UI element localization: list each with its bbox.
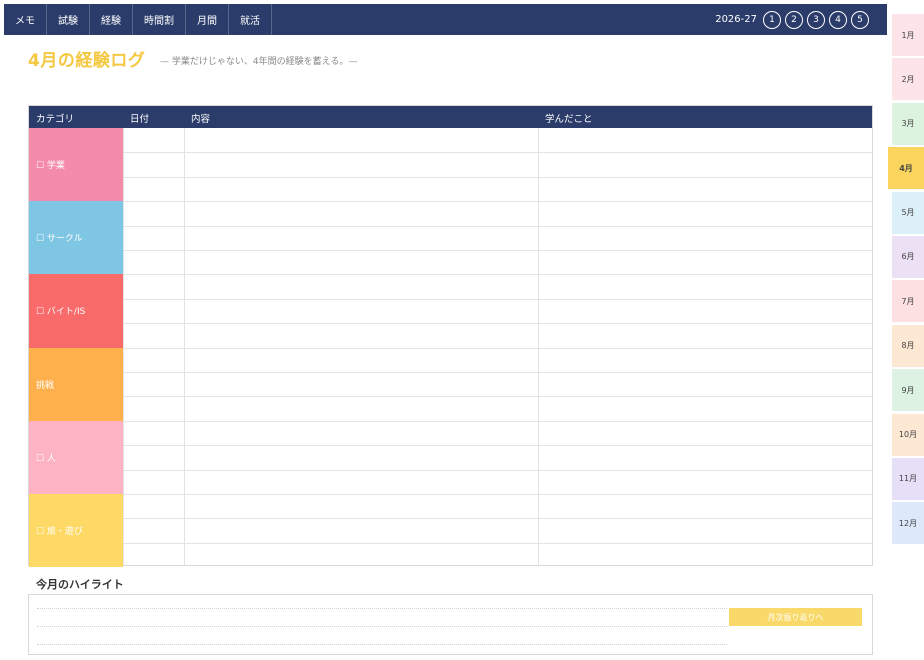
row-divider: [123, 372, 872, 373]
row-divider: [123, 396, 872, 398]
nav-item[interactable]: 時間割: [133, 4, 186, 35]
header-learned: 学んだこと: [545, 114, 593, 125]
month-tab[interactable]: 5月: [892, 191, 924, 234]
row-divider: [123, 225, 872, 227]
experience-log-table: カテゴリ 日付 内容 学んだこと ☐ 学業 ☐ サークル ☐ バイト/IS 挑戦 ☐ 人…: [28, 105, 873, 568]
column-divider: [184, 128, 185, 565]
nav-item[interactable]: 月間: [186, 4, 229, 35]
nav-menu: メモ 試験 経験 時間割 月間 就活: [4, 4, 272, 35]
month-tab[interactable]: 1月: [892, 14, 924, 56]
header-date: 日付: [130, 114, 150, 125]
page-subtitle: — 学業だけじゃない、4年間の経験を蓄える。—: [160, 57, 358, 67]
row-divider: [123, 347, 872, 349]
top-nav-bar: メモ 試験 経験 時間割 月間 就活 2026-27 12345: [4, 4, 887, 35]
row-divider: [123, 176, 872, 178]
row-divider: [123, 250, 872, 251]
row-divider: [123, 469, 872, 471]
month-tab[interactable]: 4月: [888, 147, 924, 190]
header-category: カテゴリ: [36, 114, 75, 125]
row-divider: [123, 445, 872, 447]
row-divider: [123, 298, 872, 300]
column-divider: [123, 128, 124, 565]
row-divider: [123, 152, 872, 154]
month-tab[interactable]: 2月: [892, 58, 924, 101]
highlight-box[interactable]: 月次振り返りへ: [28, 594, 873, 655]
month-tab[interactable]: 12月: [892, 502, 924, 545]
category-cell[interactable]: ☐ 人: [29, 420, 123, 494]
month-tab[interactable]: 9月: [892, 369, 924, 412]
month-tab[interactable]: 10月: [892, 413, 924, 456]
category-cell[interactable]: ☐ サークル: [29, 201, 123, 275]
nav-item[interactable]: 経験: [90, 4, 133, 35]
column-divider: [538, 128, 539, 565]
monthly-review-button[interactable]: 月次振り返りへ: [729, 608, 862, 626]
nav-item[interactable]: 試験: [47, 4, 90, 35]
year-circle-button[interactable]: 2: [785, 10, 803, 29]
row-divider: [123, 201, 872, 203]
category-cell[interactable]: ☐ バイト/IS: [29, 274, 123, 348]
page-title: 4月の経験ログ: [28, 51, 146, 71]
row-divider: [123, 518, 872, 520]
month-tab[interactable]: 8月: [892, 324, 924, 367]
month-tab[interactable]: 11月: [892, 457, 924, 500]
dotted-line: [37, 608, 727, 609]
header-content: 内容: [191, 114, 211, 125]
month-tab[interactable]: 3月: [892, 102, 924, 145]
category-cell[interactable]: ☐ 旅・遊び: [29, 494, 123, 568]
row-divider: [123, 494, 872, 495]
dotted-line: [37, 626, 727, 627]
month-tab[interactable]: 7月: [892, 280, 924, 323]
nav-item[interactable]: メモ: [4, 4, 47, 35]
row-divider: [123, 323, 872, 325]
nav-item[interactable]: 就活: [229, 4, 272, 35]
year-selector: 12345: [763, 10, 869, 29]
row-divider: [123, 420, 872, 422]
category-cell[interactable]: ☐ 学業: [29, 128, 123, 202]
row-divider: [123, 274, 872, 276]
year-circle-button[interactable]: 1: [763, 10, 781, 29]
year-circle-button[interactable]: 5: [851, 10, 869, 29]
row-divider: [123, 542, 872, 544]
month-tab[interactable]: 6月: [892, 235, 924, 278]
month-tabs: 1月 2月 3月 4月 5月 6月 7月 8月 9月 10月 11月 12月: [888, 14, 924, 547]
year-circle-button[interactable]: 4: [829, 10, 847, 29]
year-label: 2026-27: [715, 14, 757, 25]
dotted-line: [37, 644, 727, 645]
category-cell[interactable]: 挑戦: [29, 347, 123, 421]
table-header: カテゴリ 日付 内容 学んだこと: [29, 106, 872, 128]
year-circle-button[interactable]: 3: [807, 10, 825, 29]
highlight-label: 今月のハイライト: [36, 578, 124, 591]
